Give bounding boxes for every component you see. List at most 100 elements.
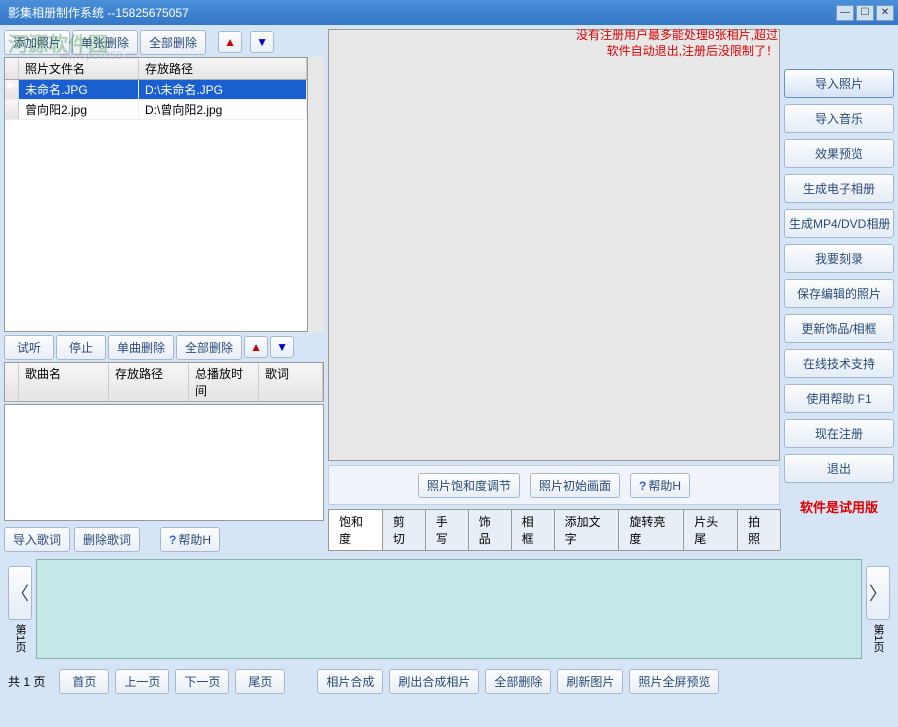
delete-all-button[interactable]: 全部删除 bbox=[485, 669, 551, 694]
fullscreen-preview-button[interactable]: 照片全屏预览 bbox=[629, 669, 719, 694]
tab-saturation[interactable]: 饱和度 bbox=[328, 509, 383, 550]
pager-right-label: 第1页 bbox=[872, 624, 884, 652]
song-toolbar: 试听 停止 单曲删除 全部删除 ▲ ▼ bbox=[4, 334, 324, 360]
col-song-path[interactable]: 存放路径 bbox=[109, 363, 189, 401]
update-ornaments-button[interactable]: 更新饰品/相框 bbox=[784, 314, 894, 343]
photo-move-down-button[interactable]: ▼ bbox=[250, 31, 274, 53]
photo-toolbar: 添加照片 单张删除 全部删除 ▲ ▼ bbox=[4, 29, 324, 55]
maximize-button[interactable]: ☐ bbox=[856, 5, 874, 21]
save-edited-photo-button[interactable]: 保存编辑的照片 bbox=[784, 279, 894, 308]
close-button[interactable]: ✕ bbox=[876, 5, 894, 21]
edit-tabs: 饱和度 剪切 手写 饰品 相框 添加文字 旋转亮度 片头尾 拍照 bbox=[328, 509, 780, 551]
song-grid-header: 歌曲名 存放路径 总播放时间 歌词 bbox=[5, 363, 323, 402]
photo-cell-path: D:\未命名.JPG bbox=[139, 80, 307, 99]
song-preview-button[interactable]: 试听 bbox=[4, 335, 54, 360]
col-song-duration[interactable]: 总播放时间 bbox=[189, 363, 259, 401]
photo-grid-body: ▶ 未命名.JPG D:\未命名.JPG 曾向阳2.jpg D:\曾向阳2.jp… bbox=[5, 80, 307, 331]
song-grid[interactable]: 歌曲名 存放路径 总播放时间 歌词 ▶ bbox=[4, 362, 324, 402]
saturation-adjust-button[interactable]: 照片饱和度调节 bbox=[418, 473, 520, 498]
song-stop-button[interactable]: 停止 bbox=[56, 335, 106, 360]
generate-album-button[interactable]: 生成电子相册 bbox=[784, 174, 894, 203]
photo-grid-header: 照片文件名 存放路径 bbox=[5, 58, 307, 80]
center-column: 照片饱和度调节 照片初始画面 ?帮助H 饱和度 剪切 手写 饰品 相框 添加文字… bbox=[328, 29, 780, 551]
prev-page-button[interactable]: 上一页 bbox=[115, 669, 169, 694]
right-sidebar: 导入照片 导入音乐 效果预览 生成电子相册 生成MP4/DVD相册 我要刻录 保… bbox=[784, 29, 894, 551]
effect-preview-button[interactable]: 效果预览 bbox=[784, 139, 894, 168]
titlebar: 影集相册制作系统 --15825675057 — ☐ ✕ bbox=[0, 0, 898, 25]
tab-text[interactable]: 添加文字 bbox=[554, 509, 620, 550]
col-photo-path[interactable]: 存放路径 bbox=[139, 58, 307, 79]
photo-grid-container: 照片文件名 存放路径 ▶ 未命名.JPG D:\未命名.JPG 曾向阳2.jpg… bbox=[4, 57, 324, 332]
burn-disc-button[interactable]: 我要刻录 bbox=[784, 244, 894, 273]
tab-capture[interactable]: 拍照 bbox=[737, 509, 781, 550]
next-page-button[interactable]: 下一页 bbox=[175, 669, 229, 694]
last-page-button[interactable]: 尾页 bbox=[235, 669, 285, 694]
photo-row[interactable]: 曾向阳2.jpg D:\曾向阳2.jpg bbox=[5, 100, 307, 120]
thumbnail-section: 〈 第1页 〉 第1页 bbox=[0, 555, 898, 663]
online-support-button[interactable]: 在线技术支持 bbox=[784, 349, 894, 378]
delete-one-photo-button[interactable]: 单张删除 bbox=[72, 30, 138, 55]
photo-cell-name: 未命名.JPG bbox=[19, 80, 139, 99]
photo-grid-scrollbar[interactable] bbox=[308, 57, 324, 332]
song-move-up-button[interactable]: ▲ bbox=[244, 336, 268, 358]
next-page-arrow[interactable]: 〉 bbox=[866, 566, 890, 620]
delete-one-song-button[interactable]: 单曲删除 bbox=[108, 335, 174, 360]
help-icon: ? bbox=[639, 479, 646, 493]
photo-grid[interactable]: 照片文件名 存放路径 ▶ 未命名.JPG D:\未命名.JPG 曾向阳2.jpg… bbox=[4, 57, 308, 332]
add-photo-button[interactable]: 添加照片 bbox=[4, 30, 70, 55]
render-composite-button[interactable]: 刷出合成相片 bbox=[389, 669, 479, 694]
delete-all-songs-button[interactable]: 全部删除 bbox=[176, 335, 242, 360]
notice-line2: 软件自动退出,注册后没限制了！ bbox=[576, 44, 778, 60]
trial-version-label: 软件是试用版 bbox=[784, 497, 894, 516]
preview-toolbar: 照片饱和度调节 照片初始画面 ?帮助H bbox=[328, 465, 780, 505]
exit-button[interactable]: 退出 bbox=[784, 454, 894, 483]
register-now-button[interactable]: 现在注册 bbox=[784, 419, 894, 448]
notice-line1: 没有注册用户最多能处理8张相片,超过 bbox=[576, 28, 778, 44]
footer-toolbar: 共 1 页 首页 上一页 下一页 尾页 相片合成 刷出合成相片 全部删除 刷新图… bbox=[0, 663, 898, 700]
lyrics-toolbar: 导入歌词 删除歌词 ?帮助H bbox=[4, 523, 324, 551]
pager-left-label: 第1页 bbox=[14, 624, 26, 652]
lyrics-help-button[interactable]: ?帮助H bbox=[160, 527, 220, 552]
song-move-down-button[interactable]: ▼ bbox=[270, 336, 294, 358]
window-controls: — ☐ ✕ bbox=[836, 5, 898, 21]
import-music-button[interactable]: 导入音乐 bbox=[784, 104, 894, 133]
minimize-button[interactable]: — bbox=[836, 5, 854, 21]
photo-move-up-button[interactable]: ▲ bbox=[218, 31, 242, 53]
tab-frame[interactable]: 相框 bbox=[511, 509, 555, 550]
tab-rotate-brightness[interactable]: 旋转亮度 bbox=[618, 509, 684, 550]
col-song-lyrics[interactable]: 歌词 bbox=[259, 363, 323, 401]
pager-right: 〉 第1页 bbox=[866, 559, 890, 659]
col-photo-filename[interactable]: 照片文件名 bbox=[19, 58, 139, 79]
reset-photo-button[interactable]: 照片初始画面 bbox=[530, 473, 620, 498]
left-column: 添加照片 单张删除 全部删除 ▲ ▼ 照片文件名 存放路径 ▶ 未命名.JPG bbox=[4, 29, 324, 551]
generate-mp4-dvd-button[interactable]: 生成MP4/DVD相册 bbox=[784, 209, 894, 238]
photo-row[interactable]: ▶ 未命名.JPG D:\未命名.JPG bbox=[5, 80, 307, 100]
import-lyrics-button[interactable]: 导入歌词 bbox=[4, 527, 70, 552]
prev-page-arrow[interactable]: 〈 bbox=[8, 566, 32, 620]
first-page-button[interactable]: 首页 bbox=[59, 669, 109, 694]
registration-notice: 没有注册用户最多能处理8张相片,超过 软件自动退出,注册后没限制了！ bbox=[576, 28, 778, 59]
row-indicator-icon: ▶ bbox=[5, 80, 19, 99]
lyrics-textarea[interactable] bbox=[4, 404, 324, 521]
photo-cell-name: 曾向阳2.jpg bbox=[19, 100, 139, 119]
import-photo-button[interactable]: 导入照片 bbox=[784, 69, 894, 98]
tab-ornament[interactable]: 饰品 bbox=[468, 509, 512, 550]
refresh-images-button[interactable]: 刷新图片 bbox=[557, 669, 623, 694]
thumbnail-strip[interactable] bbox=[36, 559, 862, 659]
tab-crop[interactable]: 剪切 bbox=[382, 509, 426, 550]
photo-preview-area bbox=[328, 29, 780, 461]
page-count-label: 共 1 页 bbox=[8, 673, 45, 690]
col-song-name[interactable]: 歌曲名 bbox=[19, 363, 109, 401]
row-indicator-icon bbox=[5, 100, 19, 119]
delete-all-photos-button[interactable]: 全部删除 bbox=[140, 30, 206, 55]
help-f1-button[interactable]: 使用帮助 F1 bbox=[784, 384, 894, 413]
preview-help-button[interactable]: ?帮助H bbox=[630, 473, 690, 498]
tab-titles[interactable]: 片头尾 bbox=[683, 509, 738, 550]
delete-lyrics-button[interactable]: 删除歌词 bbox=[74, 527, 140, 552]
compose-photo-button[interactable]: 相片合成 bbox=[317, 669, 383, 694]
window-title: 影集相册制作系统 --15825675057 bbox=[8, 4, 836, 21]
pager-left: 〈 第1页 bbox=[8, 559, 32, 659]
song-grid-container: 歌曲名 存放路径 总播放时间 歌词 ▶ bbox=[4, 362, 324, 402]
photo-cell-path: D:\曾向阳2.jpg bbox=[139, 100, 307, 119]
tab-handwrite[interactable]: 手写 bbox=[425, 509, 469, 550]
